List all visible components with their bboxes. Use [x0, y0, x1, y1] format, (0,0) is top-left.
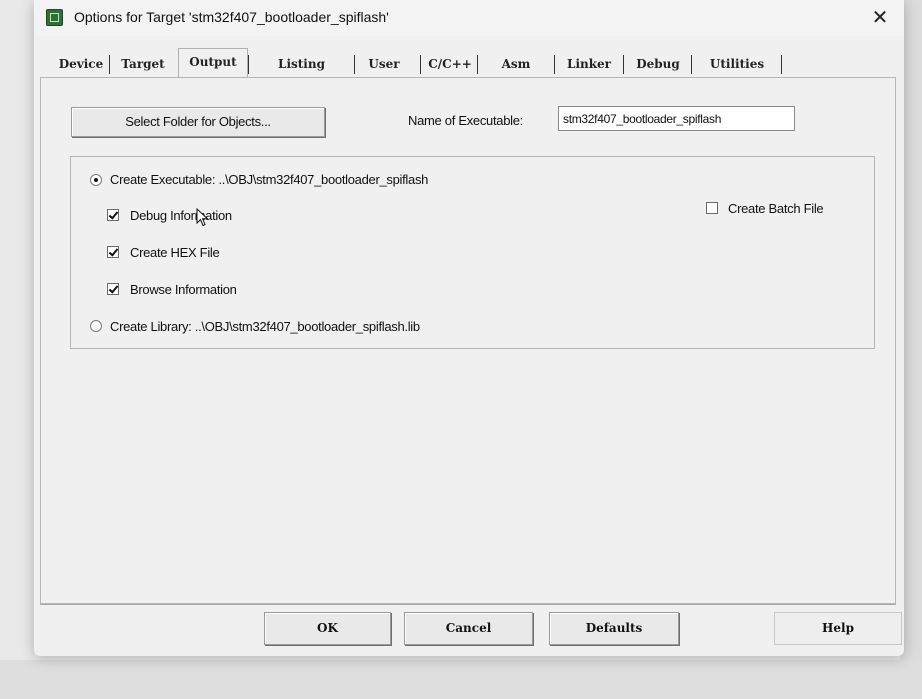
- tab-output[interactable]: Output: [178, 48, 248, 77]
- help-button[interactable]: Help: [774, 612, 902, 645]
- create-batch-file-checkbox[interactable]: [706, 202, 718, 214]
- tab-linker-label: Linker: [567, 57, 611, 71]
- tab-cpp[interactable]: C/C++: [422, 52, 478, 76]
- tab-asm[interactable]: Asm: [478, 52, 554, 76]
- create-batch-file-label: Create Batch File: [728, 201, 824, 216]
- tab-device[interactable]: Device: [52, 52, 110, 76]
- ok-button[interactable]: OK: [264, 612, 391, 645]
- tab-cpp-label: C/C++: [428, 57, 472, 71]
- create-library-label: Create Library: ..\OBJ\stm32f407_bootloa…: [110, 319, 420, 334]
- debug-information-label: Debug Information: [130, 208, 232, 223]
- browse-information-checkbox[interactable]: [107, 283, 119, 295]
- browse-information-label: Browse Information: [130, 282, 237, 297]
- name-of-executable-label: Name of Executable:: [408, 113, 523, 128]
- mouse-pointer-icon: [196, 208, 209, 227]
- defaults-button[interactable]: Defaults: [549, 612, 679, 645]
- select-folder-button[interactable]: Select Folder for Objects...: [71, 107, 325, 137]
- tab-asm-label: Asm: [501, 57, 531, 71]
- dialog-title: Options for Target 'stm32f407_bootloader…: [74, 9, 389, 25]
- tab-user-label: User: [368, 57, 400, 71]
- tab-strip: Device Target Output Listing User C/C++ …: [52, 48, 792, 78]
- app-icon: [46, 9, 63, 26]
- cancel-button[interactable]: Cancel: [404, 612, 533, 645]
- create-hex-checkbox[interactable]: [107, 246, 119, 258]
- tab-device-label: Device: [58, 57, 104, 71]
- tab-user[interactable]: User: [355, 52, 421, 76]
- debug-information-checkbox[interactable]: [107, 209, 119, 221]
- tab-linker[interactable]: Linker: [554, 52, 624, 76]
- title-bar: Options for Target 'stm32f407_bootloader…: [34, 0, 904, 36]
- create-executable-label: Create Executable: ..\OBJ\stm32f407_boot…: [110, 172, 429, 187]
- tab-listing[interactable]: Listing: [248, 52, 355, 76]
- tab-target-label: Target: [121, 57, 165, 71]
- tab-listing-label: Listing: [278, 57, 325, 71]
- tab-utilities-label: Utilities: [709, 57, 765, 71]
- background-bottom: [0, 660, 922, 699]
- close-icon[interactable]: ✕: [866, 4, 894, 32]
- name-of-executable-input[interactable]: [558, 106, 795, 131]
- tab-target[interactable]: Target: [110, 52, 176, 76]
- tab-output-label: Output: [189, 55, 237, 69]
- tab-debug-label: Debug: [636, 57, 680, 71]
- create-library-radio[interactable]: [90, 320, 102, 332]
- tab-utilities[interactable]: Utilities: [692, 52, 782, 76]
- create-hex-label: Create HEX File: [130, 245, 220, 260]
- tab-debug[interactable]: Debug: [624, 52, 692, 76]
- options-dialog: Options for Target 'stm32f407_bootloader…: [34, 0, 904, 656]
- create-executable-radio[interactable]: [90, 174, 102, 186]
- button-row-divider: [40, 604, 896, 605]
